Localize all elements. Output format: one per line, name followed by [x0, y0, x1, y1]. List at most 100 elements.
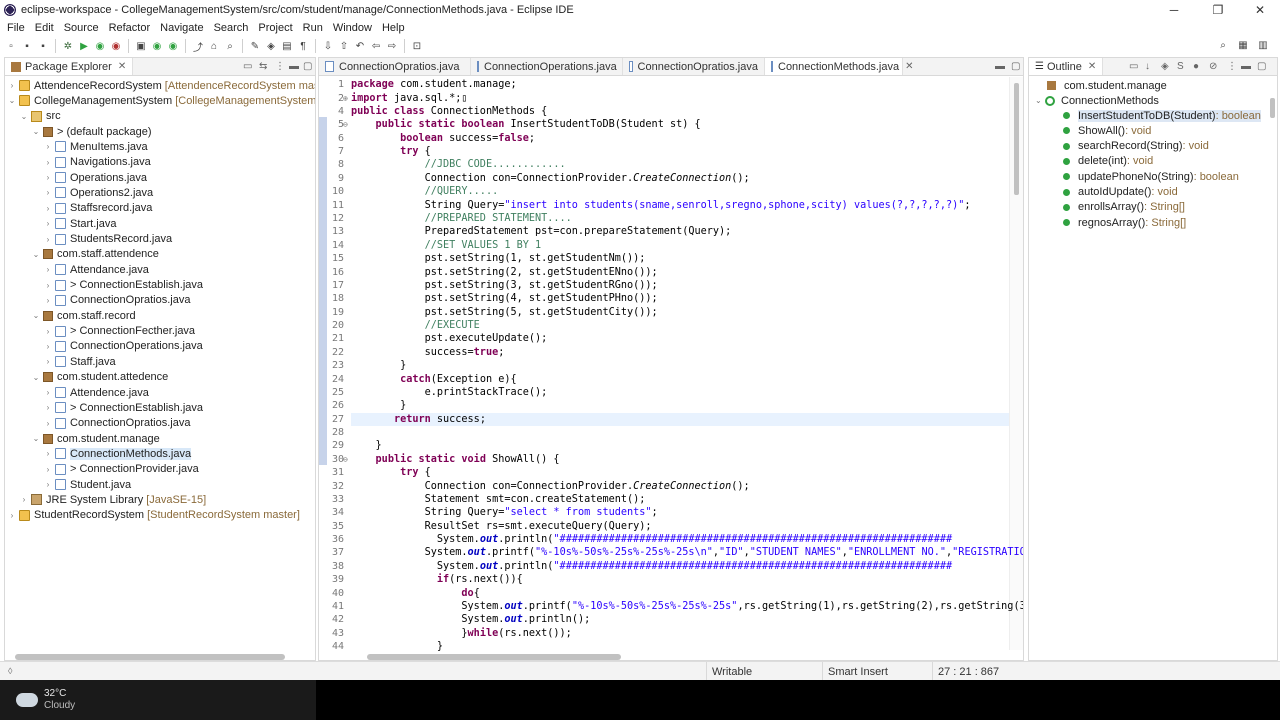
menu-edit[interactable]: Edit [30, 22, 59, 34]
editor-tab[interactable]: ConnectionOperations.java [471, 58, 623, 75]
open-type-icon[interactable]: ⤴ [191, 39, 205, 54]
outline-package[interactable]: com.student.manage [1047, 78, 1167, 93]
tree-item[interactable]: ⌄ com.student.manage [31, 431, 160, 446]
tree-item[interactable]: › > ConnectionEstablish.java [43, 400, 203, 415]
tree-item[interactable]: › ConnectionOperations.java [43, 339, 203, 354]
chevron-right-icon[interactable]: › [43, 296, 53, 305]
chevron-down-icon[interactable]: ⌄ [7, 96, 17, 105]
hide-static-icon[interactable]: S [1177, 61, 1184, 72]
maximize-button[interactable]: ❐ [1198, 0, 1238, 20]
java-perspective-icon[interactable]: ▥ [1256, 38, 1270, 52]
code-line[interactable]: 44 } [319, 640, 991, 653]
code-line[interactable]: 26 } [319, 399, 991, 412]
weather-widget[interactable]: 32°C Cloudy [0, 680, 316, 720]
code-line[interactable]: 39 if(rs.next()){ [319, 573, 991, 586]
editor-tab[interactable]: ConnectionMethods.java ✕ [765, 58, 913, 75]
chevron-right-icon[interactable]: › [43, 219, 53, 228]
chevron-right-icon[interactable]: › [43, 403, 53, 412]
code-line[interactable]: 24 catch(Exception e){ [319, 372, 991, 385]
chevron-down-icon[interactable]: ⌄ [31, 250, 41, 259]
code-line[interactable]: 4 public class ConnectionMethods { [319, 105, 991, 118]
outline-method[interactable]: searchRecord(String) : void [1063, 139, 1209, 154]
hide-nonpublic-icon[interactable]: ● [1193, 61, 1199, 72]
maximize-view-icon[interactable]: ▢ [303, 61, 312, 72]
code-line[interactable]: 43 }while(rs.next()); [319, 627, 991, 640]
save-all-icon[interactable]: ▪ [36, 39, 50, 53]
chevron-right-icon[interactable]: › [43, 480, 53, 489]
code-editor[interactable]: 1 package com.student.manage; 2 ⊕ import jav… [319, 77, 1023, 660]
outline-scrollbar[interactable] [1270, 98, 1275, 118]
tree-item[interactable]: › > ConnectionProvider.java [43, 462, 199, 477]
sort-icon[interactable]: ↓ [1145, 61, 1150, 72]
outline-method[interactable]: regnosArray() : String[] [1063, 215, 1186, 230]
open-perspective-icon[interactable]: ▦ [1236, 38, 1250, 52]
horizontal-scrollbar[interactable] [15, 654, 285, 660]
expand-fold-icon[interactable]: ⊕ [343, 94, 348, 103]
code-line[interactable]: 5 ⊖ public static boolean InsertStudentTo… [319, 118, 991, 131]
tree-item[interactable]: › Attendance.java [43, 262, 149, 277]
external-tools-icon[interactable]: ◉ [109, 39, 123, 53]
tree-item[interactable]: › Navigations.java [43, 155, 151, 170]
code-line[interactable]: 15 pst.setString(1, st.getStudentNm()); [319, 252, 991, 265]
code-line[interactable]: 13 PreparedStatement pst=con.prepareStat… [319, 225, 991, 238]
code-line[interactable]: 1 package com.student.manage; [319, 78, 991, 91]
chevron-right-icon[interactable]: › [43, 142, 53, 151]
close-icon[interactable]: ✕ [1088, 61, 1096, 72]
chevron-right-icon[interactable]: › [43, 465, 53, 474]
code-line[interactable]: 8 //JDBC CODE............ [319, 158, 991, 171]
maximize-view-icon[interactable]: ▢ [1257, 61, 1266, 72]
menu-refactor[interactable]: Refactor [104, 22, 156, 34]
link-editor-icon[interactable]: ⇆ [259, 61, 267, 72]
run-icon[interactable]: ▶ [77, 39, 91, 53]
code-line[interactable]: 20 //EXECUTE [319, 319, 991, 332]
tree-item[interactable]: › Start.java [43, 216, 117, 231]
minimize-view-icon[interactable]: ▬ [289, 61, 299, 72]
hide-local-types-icon[interactable]: ⊘ [1209, 61, 1217, 72]
tree-item[interactable]: › > ConnectionEstablish.java [43, 278, 203, 293]
close-icon[interactable]: ✕ [905, 61, 913, 72]
tree-item[interactable]: ⌄ src [19, 109, 61, 124]
code-line[interactable]: 21 pst.executeUpdate(); [319, 332, 991, 345]
tree-item[interactable]: › ConnectionMethods.java [43, 446, 192, 461]
code-line[interactable]: 7 try { [319, 145, 991, 158]
chevron-right-icon[interactable]: › [43, 235, 53, 244]
next-annotation-icon[interactable]: ⇩ [321, 39, 335, 53]
toggle-block-icon[interactable]: ▤ [280, 39, 294, 53]
tree-item[interactable]: ⌄ > (default package) [31, 124, 152, 139]
chevron-right-icon[interactable]: › [7, 511, 17, 520]
code-line[interactable]: 37 System.out.printf("%-10s%-50s%-25s%-2… [319, 546, 1023, 559]
collapse-all-icon[interactable]: ▭ [243, 61, 252, 72]
menu-window[interactable]: Window [328, 22, 377, 34]
pin-editor-icon[interactable]: ⊡ [410, 39, 424, 53]
mark-occurrences-icon[interactable]: ◈ [264, 39, 278, 53]
editor-tab[interactable]: ConnectionOpratios.java [319, 58, 471, 75]
previous-annotation-icon[interactable]: ⇧ [337, 39, 351, 53]
code-line[interactable]: 28 [319, 426, 991, 439]
coverage-icon[interactable]: ◉ [93, 39, 107, 53]
chevron-right-icon[interactable]: › [43, 204, 53, 213]
code-line[interactable]: 11 String Query="insert into students(sn… [319, 198, 991, 211]
code-line[interactable]: 42 System.out.println(); [319, 613, 991, 626]
code-line[interactable]: 32 Connection con=ConnectionProvider.Cre… [319, 479, 991, 492]
chevron-right-icon[interactable]: › [43, 188, 53, 197]
chevron-right-icon[interactable]: › [43, 173, 53, 182]
chevron-down-icon[interactable]: ⌄ [31, 127, 41, 136]
code-line[interactable]: 23 } [319, 359, 991, 372]
open-task-icon[interactable]: ⌂ [207, 39, 221, 53]
editor-tab[interactable]: ConnectionOpratios.java [623, 58, 765, 75]
outline-method[interactable]: enrollsArray() : String[] [1063, 200, 1185, 215]
outline-method[interactable]: updatePhoneNo(String) : boolean [1063, 169, 1239, 184]
code-line[interactable]: 2 ⊕ import java.sql.*;▯ [319, 91, 991, 104]
chevron-right-icon[interactable]: › [43, 342, 53, 351]
chevron-right-icon[interactable]: › [43, 449, 53, 458]
annotation-icon[interactable]: ✎ [248, 39, 262, 53]
menu-run[interactable]: Run [298, 22, 328, 34]
menu-search[interactable]: Search [209, 22, 254, 34]
code-line[interactable]: 30 ⊖ public static void ShowAll() { [319, 453, 991, 466]
chevron-right-icon[interactable]: › [43, 158, 53, 167]
minimize-button[interactable]: ─ [1154, 0, 1194, 20]
code-line[interactable]: 33 Statement smt=con.createStatement(); [319, 493, 991, 506]
chevron-down-icon[interactable]: ⌄ [19, 112, 29, 121]
tree-item[interactable]: › Staffsrecord.java [43, 201, 153, 216]
tree-item[interactable]: › AttendenceRecordSystem [AttendenceRecord… [7, 78, 315, 93]
